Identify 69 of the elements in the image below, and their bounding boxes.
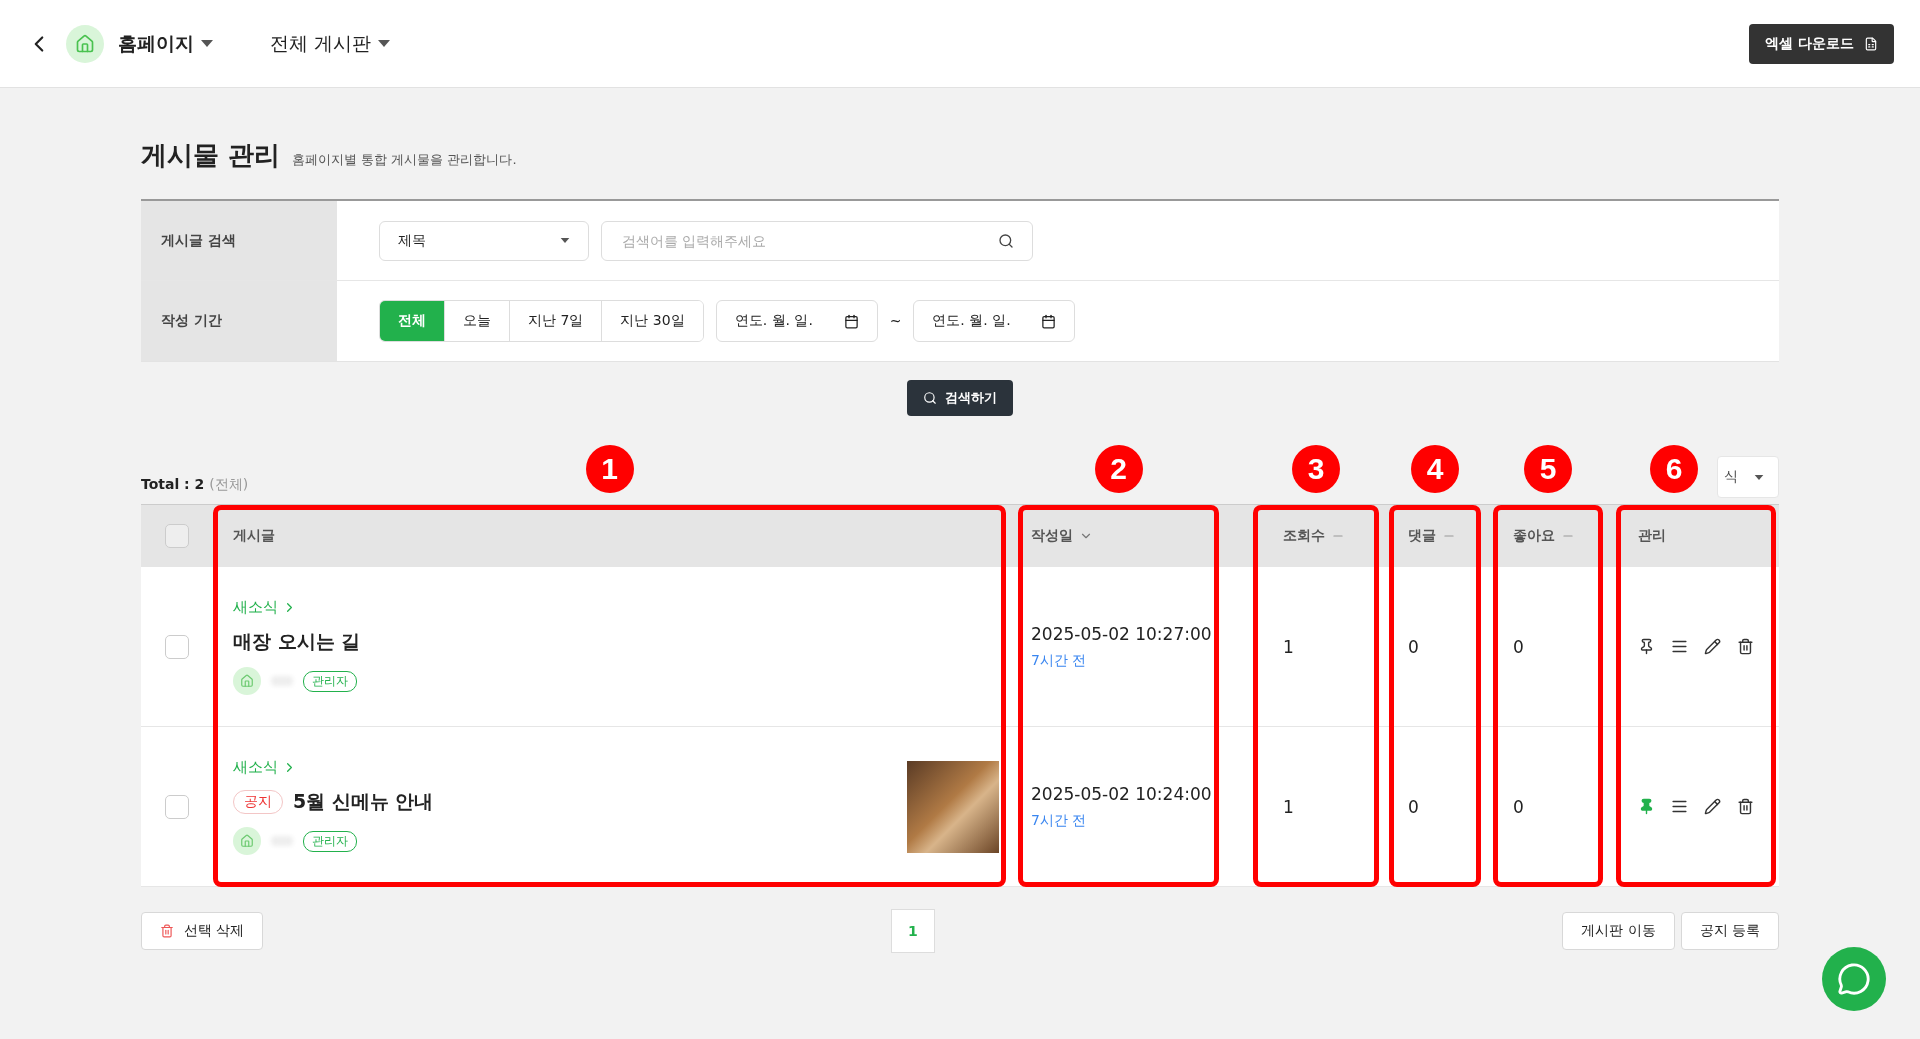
menu-button[interactable] — [1671, 638, 1688, 655]
row-checkbox[interactable] — [165, 794, 189, 819]
home-icon — [66, 24, 104, 63]
column-label[interactable]: 좋아요 — [1513, 527, 1555, 545]
comments-count: 0 — [1408, 636, 1419, 657]
column-label: 관리 — [1638, 527, 1666, 545]
column-label[interactable]: 조회수 — [1283, 527, 1325, 545]
caret-icon — [200, 39, 214, 48]
chat-bubble-icon — [1837, 962, 1871, 996]
search-icon — [923, 391, 937, 405]
caret-icon — [560, 237, 570, 244]
likes-count: 0 — [1513, 636, 1524, 657]
sort-select[interactable]: 식 — [1717, 456, 1779, 498]
avatar-icon — [233, 667, 261, 695]
search-button[interactable]: 검색하기 — [907, 380, 1013, 416]
delete-button[interactable] — [1737, 638, 1754, 655]
views-count: 1 — [1283, 796, 1294, 817]
edit-button[interactable] — [1704, 798, 1721, 815]
views-count: 1 — [1283, 636, 1294, 657]
calendar-icon — [843, 313, 859, 329]
annotation-number: 3 — [1292, 445, 1340, 493]
caret-icon — [1754, 473, 1764, 481]
spreadsheet-icon — [1864, 36, 1878, 51]
site-dropdown[interactable]: 홈페이지 — [118, 30, 214, 57]
trash-icon — [160, 924, 174, 938]
column-label[interactable]: 작성일 — [1031, 527, 1073, 545]
relative-time: 7시간 전 — [1031, 651, 1088, 670]
page-title: 게시물 관리 — [141, 139, 281, 172]
comments-count: 0 — [1408, 796, 1419, 817]
column-label: 게시글 — [233, 527, 275, 545]
pin-button[interactable] — [1638, 638, 1655, 655]
register-notice-button[interactable]: 공지 등록 — [1680, 912, 1779, 950]
row-checkbox[interactable] — [165, 634, 189, 659]
date-field[interactable]: 연도. 월. 일. — [913, 300, 1076, 342]
avatar-icon — [233, 827, 261, 855]
delete-button[interactable] — [1737, 798, 1754, 815]
excel-download-button[interactable]: 엑셀 다운로드 — [1749, 23, 1894, 64]
filter-label: 작성 기간 — [141, 281, 337, 361]
post-date: 2025-05-02 10:27:00 — [1031, 623, 1212, 644]
delete-selected-button[interactable]: 선택 삭제 — [141, 912, 264, 950]
post-title[interactable]: 5월 신메뉴 안내 — [293, 789, 434, 815]
date-field[interactable]: 연도. 월. 일. — [715, 300, 878, 342]
page-subtitle: 홈페이지별 통합 게시물을 관리합니다. — [292, 151, 517, 169]
board-dropdown[interactable]: 전체 게시판 — [270, 30, 392, 57]
post-title[interactable]: 매장 오시는 길 — [233, 629, 361, 655]
post-date: 2025-05-02 10:24:00 — [1031, 783, 1212, 804]
role-badge: 관리자 — [303, 830, 357, 852]
field-select[interactable]: 제목 — [379, 220, 589, 261]
move-board-button[interactable]: 게시판 이동 — [1562, 912, 1675, 950]
annotation-number: 6 — [1650, 445, 1698, 493]
calendar-icon — [1041, 313, 1057, 329]
likes-count: 0 — [1513, 796, 1524, 817]
total-count: Total : 2 (전체) — [141, 476, 249, 494]
range-separator: ~ — [889, 313, 902, 329]
search-field[interactable]: 검색어를 입력해주세요 — [601, 220, 1033, 261]
annotation-number: 1 — [585, 445, 634, 493]
menu-button[interactable] — [1671, 798, 1688, 815]
column-label[interactable]: 댓글 — [1408, 527, 1436, 545]
caret-icon — [377, 39, 392, 48]
select-all-checkbox[interactable] — [165, 524, 189, 548]
annotation-number: 5 — [1524, 445, 1572, 493]
role-badge: 관리자 — [303, 670, 357, 692]
period-tab[interactable]: 지난 30일 — [601, 301, 703, 341]
filter-label: 게시글 검색 — [141, 201, 337, 280]
annotation-number: 4 — [1411, 445, 1459, 493]
annotation-number: 2 — [1094, 445, 1143, 493]
relative-time: 7시간 전 — [1031, 811, 1088, 830]
edit-button[interactable] — [1704, 638, 1721, 655]
search-icon — [998, 232, 1014, 249]
